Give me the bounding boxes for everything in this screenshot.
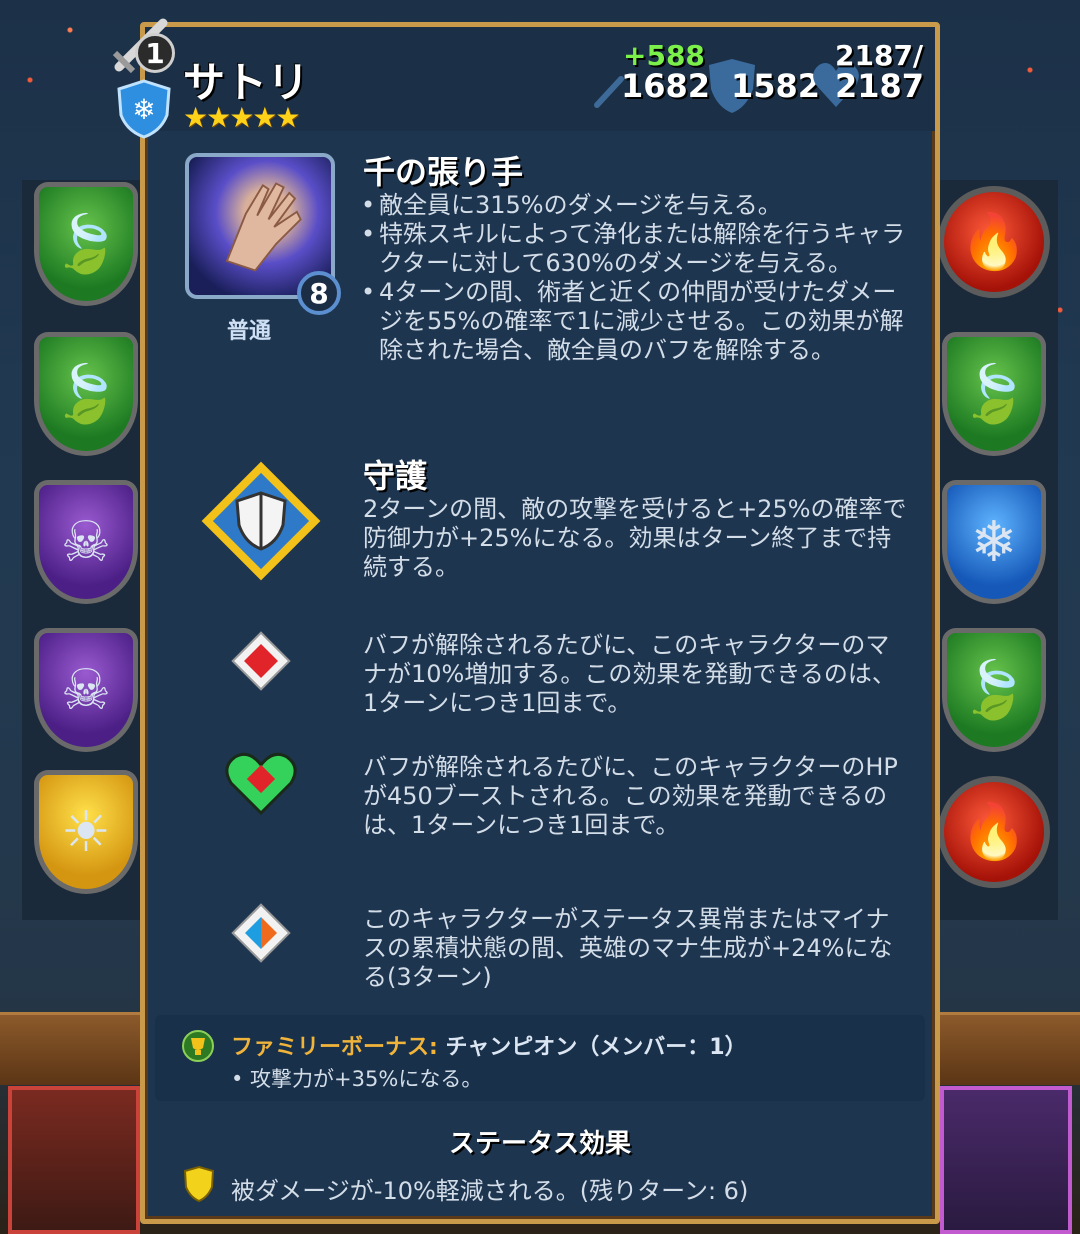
defense-buff-shield-icon: [183, 1165, 215, 1203]
guardian-title: 守護: [363, 457, 428, 495]
hero-stars: ★★★★★: [183, 101, 301, 134]
special-rarity: 普通: [227, 319, 272, 344]
special-skill-level-badge: 8: [297, 271, 341, 315]
dark-shield-icon: ☠: [34, 628, 138, 752]
hero-level-badge: 1: [135, 33, 175, 73]
mana-buff-description: バフが解除されるたびに、このキャラクターのマナが10%増加する。この効果を発動で…: [363, 631, 896, 717]
status-effects-title: ステータス効果: [448, 1129, 631, 1159]
hero-header: 1 ❄ サトリ ★★★★★ +588 1682 1582 2187/ 2187: [112, 18, 935, 139]
holy-shield-icon: ☀: [34, 770, 138, 894]
guardian-passive-icon[interactable]: [201, 461, 321, 581]
mana-generation-icon[interactable]: [227, 899, 295, 967]
hp-max: 2187: [835, 67, 925, 105]
status-effect-description: 被ダメージが-10%軽減される。(残りターン: 6): [231, 1177, 749, 1205]
hero-info-panel: 1 ❄ サトリ ★★★★★ +588 1682 1582 2187/ 2187 …: [112, 18, 940, 1224]
ice-shield-icon: ❄: [942, 480, 1046, 604]
fire-orb-icon: 🔥: [938, 186, 1050, 298]
guardian-description: 2ターンの間、敵の攻撃を受けると+25%の確率で防御力が+25%になる。効果はタ…: [363, 495, 907, 581]
defense-value: 1582: [731, 67, 821, 105]
right-gem-column: 🔥 🍃 ❄ 🍃 🔥: [938, 180, 1058, 920]
nature-shield-icon: 🍃: [34, 182, 138, 306]
hero-portrait-left[interactable]: [8, 1086, 140, 1234]
special-skill-title: 千の張り手: [363, 153, 524, 191]
svg-text:❄: ❄: [132, 93, 155, 126]
mana-buff-icon[interactable]: [227, 627, 295, 695]
family-bonus-label: ファミリーボーナス: チャンピオン（メンバー：1）: [231, 1035, 747, 1060]
trophy-icon: [182, 1030, 214, 1062]
nature-shield-icon: 🍃: [34, 332, 138, 456]
family-bonus-value: チャンピオン（メンバー：1）: [445, 1035, 747, 1060]
hp-buff-heart-icon[interactable]: [225, 749, 297, 817]
attack-value: 1682: [621, 67, 711, 105]
family-bonus-effect: • 攻撃力が+35%になる。: [231, 1067, 483, 1091]
special-effect-1: 敵全員に315%のダメージを与える。: [361, 191, 909, 220]
nature-shield-icon: 🍃: [942, 628, 1046, 752]
hero-portrait-right[interactable]: [940, 1086, 1072, 1234]
fire-orb-icon: 🔥: [938, 776, 1050, 888]
special-skill-description: 敵全員に315%のダメージを与える。 特殊スキルによって浄化または解除を行うキャ…: [361, 191, 909, 365]
dark-shield-icon: ☠: [34, 480, 138, 604]
special-effect-2: 特殊スキルによって浄化または解除を行うキャラクターに対して630%のダメージを与…: [361, 220, 909, 278]
left-gem-column: 🍃 🍃 ☠ ☠ ☀: [22, 180, 142, 920]
mana-generation-description: このキャラクターがステータス異常またはマイナスの累積状態の間、英雄のマナ生成が+…: [363, 905, 893, 991]
special-effect-3: 4ターンの間、術者と近くの仲間が受けたダメージを55%の確率で1に減少させる。こ…: [361, 278, 909, 365]
hp-buff-description: バフが解除されるたびに、このキャラクターのHPが450ブーストされる。この効果を…: [363, 753, 898, 839]
nature-shield-icon: 🍃: [942, 332, 1046, 456]
ice-element-icon: ❄: [117, 79, 171, 139]
